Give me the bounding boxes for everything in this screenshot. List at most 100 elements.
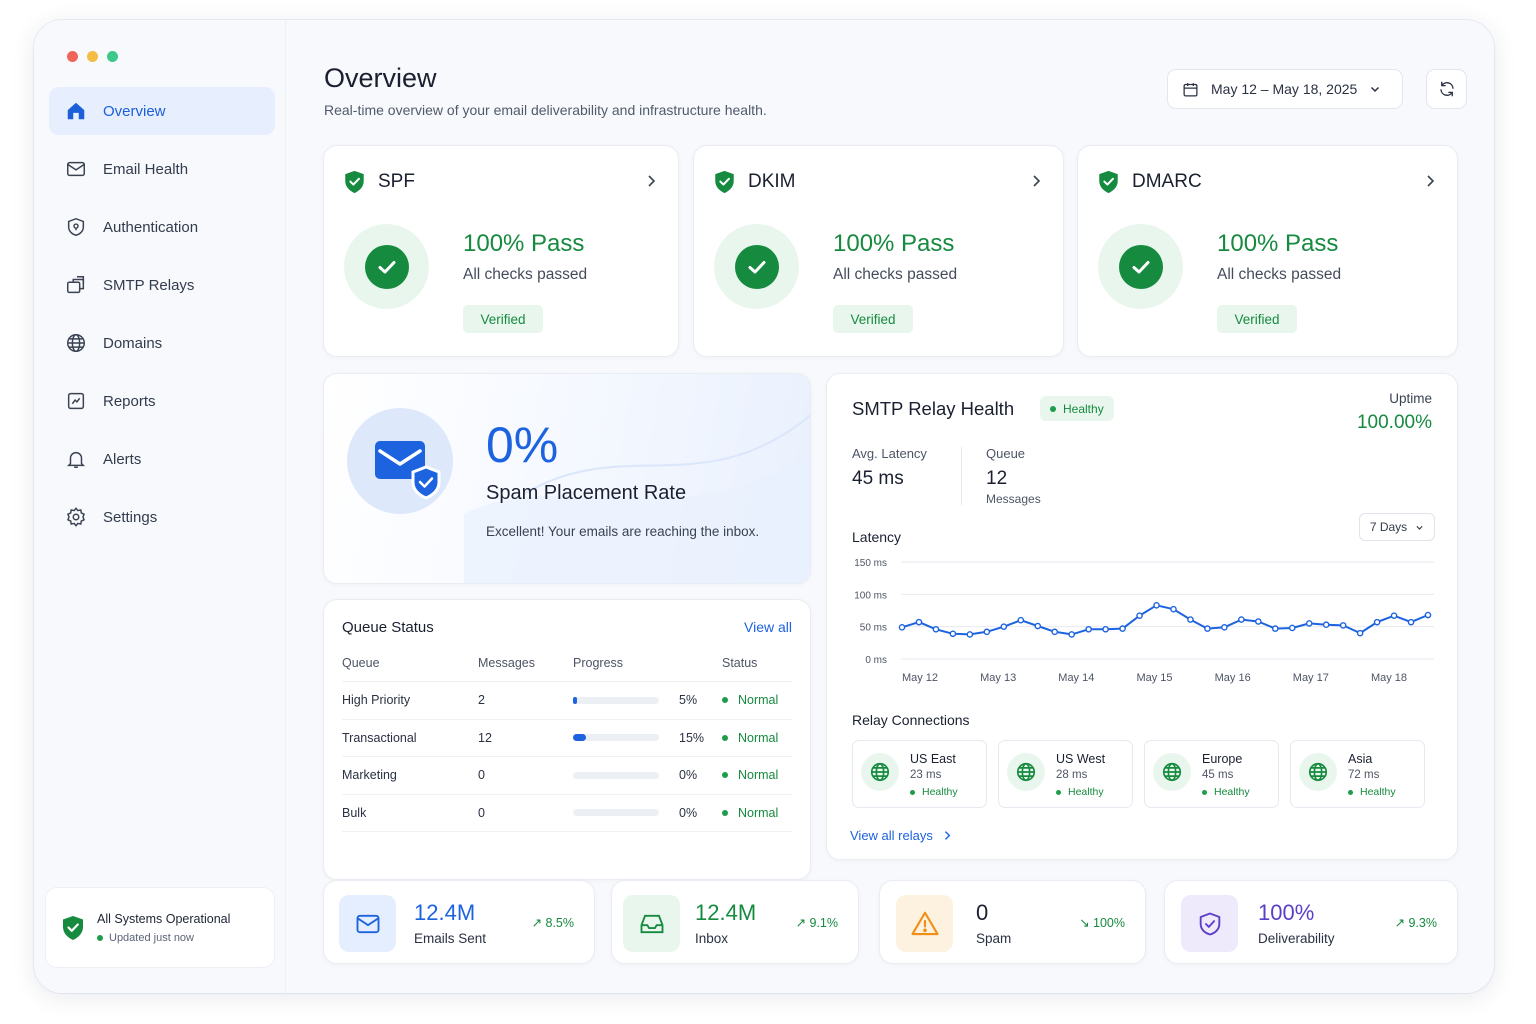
status-badge-label: Healthy: [1063, 401, 1104, 416]
data-point[interactable]: [1221, 624, 1228, 631]
data-point[interactable]: [1000, 623, 1008, 630]
status-dot: [722, 809, 728, 816]
sidebar-item-reports[interactable]: Reports: [49, 377, 275, 425]
mail-icon: [356, 914, 379, 933]
data-point[interactable]: [1305, 620, 1313, 627]
chevron-right-icon: [944, 831, 951, 840]
refresh-button[interactable]: [1426, 69, 1467, 109]
date-range-picker[interactable]: May 12 – May 18, 2025: [1167, 69, 1403, 109]
data-point[interactable]: [1204, 625, 1211, 632]
data-point[interactable]: [1187, 616, 1194, 623]
main-content: Overview Real-time overview of your emai…: [286, 20, 1494, 993]
close-dot[interactable]: [67, 51, 78, 62]
queue-name: Transactional: [342, 730, 417, 745]
queue-view-all-link[interactable]: View all: [744, 619, 792, 635]
report-icon: [67, 392, 85, 410]
relay-connection-card[interactable]: Europe 45 ms Healthy: [1144, 740, 1279, 808]
warning-icon: [910, 911, 939, 935]
y-tick-label: 50 ms: [860, 623, 887, 634]
stat-change: ↘ 100%: [1079, 916, 1125, 930]
data-point[interactable]: [1136, 612, 1143, 619]
data-point[interactable]: [1034, 622, 1042, 630]
stat-icon-badge: [896, 895, 953, 952]
table-row[interactable]: Bulk 0 0% Normal: [342, 795, 792, 832]
relay-status: Healthy: [1348, 786, 1396, 798]
sidebar-item-label: Settings: [103, 508, 158, 526]
maximize-dot[interactable]: [107, 51, 118, 62]
sidebar-item-overview[interactable]: Overview: [49, 87, 275, 135]
data-point[interactable]: [1424, 611, 1432, 619]
progress-bar: [573, 734, 659, 742]
data-point[interactable]: [1339, 622, 1347, 629]
progress-label: 5%: [679, 693, 698, 708]
sidebar-item-domains[interactable]: Domains: [49, 319, 275, 367]
check-circle: [1098, 224, 1183, 309]
table-row[interactable]: High Priority 2 5% Normal: [342, 682, 792, 720]
stat-change: ↗ 9.1%: [795, 916, 838, 930]
stat-card-inbox: 12.4M Inbox ↗ 9.1%: [611, 880, 859, 964]
data-point[interactable]: [1390, 612, 1398, 619]
chevron-right-icon[interactable]: [646, 174, 656, 188]
data-point[interactable]: [1407, 618, 1415, 626]
auth-card-dkim[interactable]: DKIM 100% Pass All checks passed Verifie…: [693, 145, 1064, 357]
progress-bar: [573, 809, 659, 817]
auth-name: DKIM: [748, 171, 796, 192]
globe-icon-badge: [1153, 753, 1191, 791]
status-dot: [1050, 405, 1056, 412]
data-point[interactable]: [932, 625, 940, 633]
chevron-right-icon[interactable]: [1031, 174, 1041, 188]
auth-name: DMARC: [1132, 171, 1202, 192]
relay-latency: 28 ms: [1056, 769, 1088, 781]
data-point[interactable]: [1017, 616, 1025, 624]
auth-card-spf[interactable]: SPF 100% Pass All checks passed Verified: [323, 145, 679, 357]
sidebar-item-alerts[interactable]: Alerts: [49, 435, 275, 483]
minimize-dot[interactable]: [87, 51, 98, 62]
data-point[interactable]: [1085, 625, 1092, 633]
table-row[interactable]: Marketing 0 0% Normal: [342, 757, 792, 795]
auth-card-dmarc[interactable]: DMARC 100% Pass All checks passed Verifi…: [1077, 145, 1458, 357]
data-point[interactable]: [1102, 625, 1109, 633]
auth-desc: All checks passed: [1217, 266, 1342, 283]
data-point[interactable]: [1373, 618, 1381, 626]
chevron-right-icon[interactable]: [1425, 174, 1435, 188]
data-point[interactable]: [898, 624, 906, 631]
data-point[interactable]: [1238, 616, 1245, 623]
app-window: Overview Email Health Authentication SMT…: [34, 20, 1494, 993]
status-title: All Systems Operational: [97, 911, 231, 926]
data-point[interactable]: [1170, 605, 1177, 613]
data-point[interactable]: [915, 618, 923, 626]
data-point[interactable]: [1051, 628, 1059, 636]
shield-icon: [67, 217, 85, 237]
data-point[interactable]: [1153, 602, 1160, 609]
latency-chart: 0 ms 50 ms 100 ms 150 ms May 12 May 13 May 14 M…: [854, 558, 1434, 684]
data-point[interactable]: [949, 630, 957, 638]
data-point[interactable]: [983, 628, 991, 636]
sidebar-item-smtp-relays[interactable]: SMTP Relays: [49, 261, 275, 309]
relay-connection-card[interactable]: Asia 72 ms Healthy: [1290, 740, 1425, 808]
sidebar-item-settings[interactable]: Settings: [49, 493, 275, 541]
globe-icon-badge: [1299, 753, 1337, 791]
table-row[interactable]: Transactional 12 15% Normal: [342, 720, 792, 757]
y-tick-label: 0 ms: [865, 655, 887, 666]
bell-icon: [66, 451, 86, 468]
gear-icon: [66, 507, 86, 527]
data-point[interactable]: [1322, 621, 1330, 629]
data-point[interactable]: [1271, 625, 1279, 632]
data-point[interactable]: [1068, 631, 1075, 638]
range-dropdown[interactable]: 7 Days: [1359, 513, 1435, 541]
data-point[interactable]: [1356, 629, 1364, 637]
data-point[interactable]: [1255, 618, 1262, 625]
stat-change: ↗ 8.5%: [531, 916, 574, 930]
inbox-icon: [640, 914, 663, 933]
data-point[interactable]: [966, 631, 974, 638]
data-point[interactable]: [1288, 624, 1296, 632]
check-icon: [1132, 260, 1149, 273]
data-point[interactable]: [1119, 625, 1126, 632]
sidebar-item-authentication[interactable]: Authentication: [49, 203, 275, 251]
relay-connection-card[interactable]: US West 28 ms Healthy: [998, 740, 1133, 808]
sidebar-item-email-health[interactable]: Email Health: [49, 145, 275, 193]
view-all-relays-link[interactable]: View all relays: [850, 828, 951, 843]
globe-icon: [1162, 762, 1182, 782]
relay-connection-card[interactable]: US East 23 ms Healthy: [852, 740, 987, 808]
calendar-icon: [1183, 82, 1198, 97]
